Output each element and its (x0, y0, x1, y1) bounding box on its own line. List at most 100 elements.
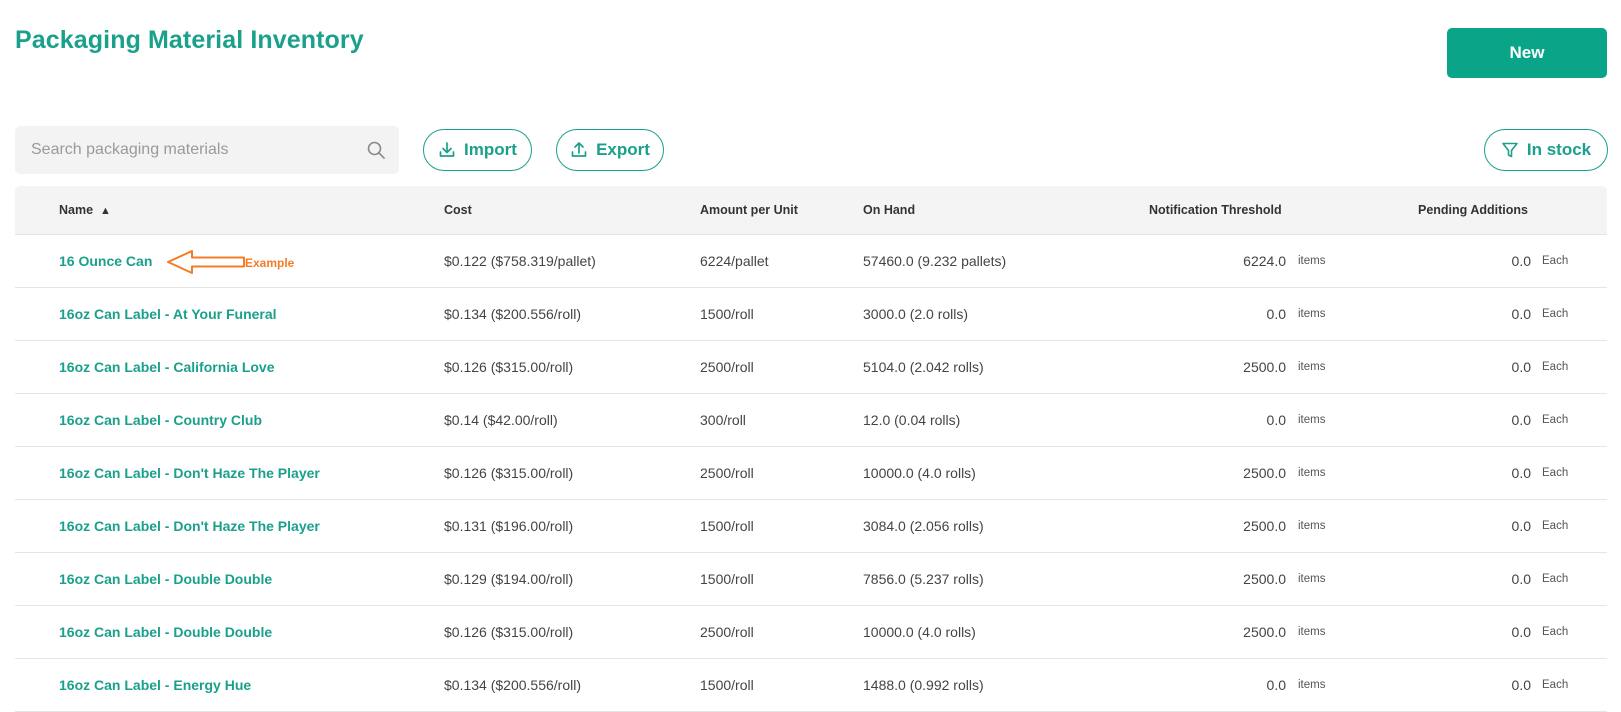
cost-cell: $0.14 ($42.00/roll) (444, 412, 558, 428)
material-name-link[interactable]: 16oz Can Label - Energy Hue (59, 659, 251, 711)
cost-cell: $0.126 ($315.00/roll) (444, 359, 574, 375)
amount-cell: 1500/roll (700, 306, 754, 322)
on-hand-cell: 3084.0 (2.056 rolls) (863, 518, 984, 534)
pending-unit: Each (1542, 308, 1569, 320)
amount-cell: 2500/roll (700, 359, 754, 375)
cost-cell: $0.131 ($196.00/roll) (444, 518, 574, 534)
material-name-link[interactable]: 16oz Can Label - Country Club (59, 394, 262, 446)
threshold-cell: 2500.0 (1243, 465, 1286, 481)
table-row: 16oz Can Label - At Your Funeral $0.134 … (15, 288, 1607, 341)
threshold-cell: 0.0 (1266, 306, 1286, 322)
amount-cell: 2500/roll (700, 465, 754, 481)
pending-cell: 0.0 (1511, 359, 1531, 375)
on-hand-cell: 57460.0 (9.232 pallets) (863, 253, 1007, 269)
amount-cell: 6224/pallet (700, 253, 769, 269)
import-button[interactable]: Import (423, 129, 532, 171)
table-row: 16oz Can Label - Don't Haze The Player $… (15, 500, 1607, 553)
pending-cell: 0.0 (1511, 253, 1531, 269)
column-header-name[interactable]: Name ▲ (59, 186, 111, 235)
on-hand-cell: 12.0 (0.04 rolls) (863, 412, 961, 428)
cost-cell: $0.122 ($758.319/pallet) (444, 253, 596, 269)
cost-cell: $0.134 ($200.556/roll) (444, 306, 581, 322)
threshold-unit: items (1298, 308, 1326, 320)
material-name-link[interactable]: 16oz Can Label - California Love (59, 341, 275, 393)
on-hand-cell: 1488.0 (0.992 rolls) (863, 677, 984, 693)
material-name-link[interactable]: 16oz Can Label - Double Double (59, 606, 272, 658)
material-name-link[interactable]: 16oz Can Label - At Your Funeral (59, 288, 277, 340)
search-icon[interactable] (366, 140, 386, 160)
table-header: Name ▲ Cost Amount per Unit On Hand Noti… (15, 186, 1607, 235)
table-row: 16oz Can Label - Don't Haze The Player $… (15, 447, 1607, 500)
column-header-cost[interactable]: Cost (444, 186, 472, 234)
column-header-pending[interactable]: Pending Additions (1418, 186, 1528, 234)
pending-unit: Each (1542, 520, 1569, 532)
filter-icon (1502, 142, 1518, 158)
pending-unit: Each (1542, 361, 1569, 373)
table-row: 16oz Can Label - Double Double $0.126 ($… (15, 606, 1607, 659)
table-row: 16oz Can Label - Country Club $0.14 ($42… (15, 394, 1607, 447)
threshold-cell: 2500.0 (1243, 359, 1286, 375)
pending-unit: Each (1542, 626, 1569, 638)
in-stock-filter-button[interactable]: In stock (1484, 129, 1608, 171)
pending-unit: Each (1542, 467, 1569, 479)
threshold-unit: items (1298, 361, 1326, 373)
threshold-unit: items (1298, 255, 1326, 267)
search-input[interactable] (15, 126, 355, 174)
on-hand-cell: 5104.0 (2.042 rolls) (863, 359, 984, 375)
amount-cell: 2500/roll (700, 624, 754, 640)
threshold-unit: items (1298, 414, 1326, 426)
threshold-cell: 0.0 (1266, 412, 1286, 428)
column-header-threshold[interactable]: Notification Threshold (1149, 186, 1282, 234)
threshold-cell: 2500.0 (1243, 571, 1286, 587)
on-hand-cell: 10000.0 (4.0 rolls) (863, 465, 976, 481)
threshold-cell: 2500.0 (1243, 624, 1286, 640)
threshold-cell: 2500.0 (1243, 518, 1286, 534)
export-label: Export (596, 140, 650, 159)
on-hand-cell: 7856.0 (5.237 rolls) (863, 571, 984, 587)
pending-cell: 0.0 (1511, 465, 1531, 481)
pending-unit: Each (1542, 414, 1569, 426)
cost-cell: $0.126 ($315.00/roll) (444, 465, 574, 481)
table-row: 16oz Can Label - Energy Hue $0.134 ($200… (15, 659, 1607, 712)
pending-cell: 0.0 (1511, 412, 1531, 428)
search-box (15, 126, 399, 174)
material-name-link[interactable]: 16oz Can Label - Double Double (59, 553, 272, 605)
pending-cell: 0.0 (1511, 677, 1531, 693)
export-button[interactable]: Export (556, 129, 664, 171)
pending-cell: 0.0 (1511, 306, 1531, 322)
on-hand-cell: 10000.0 (4.0 rolls) (863, 624, 976, 640)
download-icon (439, 142, 455, 157)
on-hand-cell: 3000.0 (2.0 rolls) (863, 306, 969, 322)
threshold-unit: items (1298, 626, 1326, 638)
amount-cell: 1500/roll (700, 571, 754, 587)
pending-unit: Each (1542, 679, 1569, 691)
threshold-unit: items (1298, 520, 1326, 532)
column-header-amount[interactable]: Amount per Unit (700, 186, 798, 234)
new-button[interactable]: New (1447, 28, 1607, 78)
amount-cell: 300/roll (700, 412, 746, 428)
table-row: 16oz Can Label - California Love $0.126 … (15, 341, 1607, 394)
pending-cell: 0.0 (1511, 571, 1531, 587)
amount-cell: 1500/roll (700, 518, 754, 534)
arrow-left-icon (167, 250, 245, 274)
threshold-unit: items (1298, 573, 1326, 585)
in-stock-label: In stock (1526, 140, 1592, 159)
table-body: 16 Ounce Can $0.122 ($758.319/pallet) 62… (15, 235, 1607, 712)
pending-cell: 0.0 (1511, 624, 1531, 640)
cost-cell: $0.126 ($315.00/roll) (444, 624, 574, 640)
pending-unit: Each (1542, 573, 1569, 585)
column-header-on-hand[interactable]: On Hand (863, 186, 915, 234)
threshold-cell: 6224.0 (1243, 253, 1286, 269)
sort-ascending-icon: ▲ (100, 205, 111, 217)
material-name-link[interactable]: 16oz Can Label - Don't Haze The Player (59, 500, 320, 552)
material-name-link[interactable]: 16 Ounce Can (59, 235, 152, 287)
material-name-link[interactable]: 16oz Can Label - Don't Haze The Player (59, 447, 320, 499)
threshold-cell: 0.0 (1266, 677, 1286, 693)
threshold-unit: items (1298, 467, 1326, 479)
page-title: Packaging Material Inventory (15, 26, 364, 54)
table-row: 16oz Can Label - Double Double $0.129 ($… (15, 553, 1607, 606)
upload-icon (571, 142, 587, 157)
import-label: Import (464, 140, 517, 159)
pending-unit: Each (1542, 255, 1569, 267)
amount-cell: 1500/roll (700, 677, 754, 693)
